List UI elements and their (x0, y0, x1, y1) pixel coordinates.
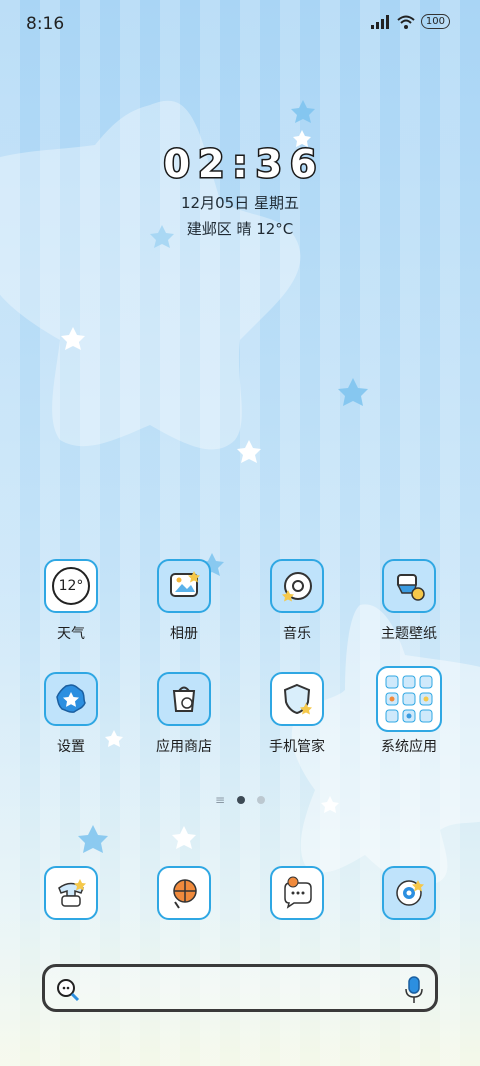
app-theme[interactable]: 主题壁纸 (359, 559, 459, 643)
camera-icon (382, 866, 436, 920)
page-indicator[interactable]: ≡ (0, 794, 480, 806)
browser-icon (157, 866, 211, 920)
gallery-icon (157, 559, 211, 613)
phone-icon (44, 866, 98, 920)
status-time: 8:16 (26, 14, 65, 34)
system-apps-folder-icon (376, 666, 442, 732)
app-store[interactable]: 应用商店 (134, 672, 234, 756)
music-icon (270, 559, 324, 613)
app-label: 设置 (57, 739, 85, 755)
folder-system-apps[interactable]: 系统应用 (359, 666, 459, 756)
clock-digit: 0 (162, 141, 192, 188)
app-drawer-icon[interactable]: ≡ (215, 794, 225, 806)
dock-phone[interactable] (21, 866, 121, 920)
app-label: 相册 (170, 626, 198, 642)
clock-widget[interactable]: 0 2 : 3 6 (0, 141, 480, 188)
dock-messages[interactable] (247, 866, 347, 920)
app-weather[interactable]: 12° 天气 (21, 559, 121, 643)
app-label: 主题壁纸 (381, 626, 437, 642)
app-phone-manager[interactable]: 手机管家 (247, 672, 347, 756)
clock-digit: 2 (196, 141, 226, 188)
app-label: 音乐 (283, 626, 311, 642)
app-settings[interactable]: 设置 (21, 672, 121, 756)
clock-digit: 6 (289, 141, 319, 188)
app-label: 手机管家 (269, 739, 325, 755)
app-gallery[interactable]: 相册 (134, 559, 234, 643)
app-label: 天气 (57, 626, 85, 642)
app-label: 应用商店 (156, 739, 212, 755)
signal-icon (370, 14, 389, 29)
weather-icon: 12° (44, 559, 98, 613)
security-icon (270, 672, 324, 726)
wifi-icon (397, 15, 415, 29)
theme-icon (382, 559, 436, 613)
clock-separator: : (231, 141, 249, 188)
clock-digit: 3 (254, 141, 284, 188)
home-screen: 8:16 100 0 2 : 3 6 12月05日 星期五 建邺区 晴 12°C… (0, 0, 480, 1066)
date-label: 12月05日 星期五 (181, 194, 299, 212)
page-dot-active[interactable] (237, 796, 246, 804)
search-icon[interactable] (55, 977, 81, 1003)
messages-icon (270, 866, 324, 920)
search-bar[interactable] (42, 964, 438, 1012)
status-icons: 100 (370, 14, 450, 29)
app-label: 系统应用 (381, 739, 437, 755)
page-dot[interactable] (257, 796, 266, 804)
app-music[interactable]: 音乐 (247, 559, 347, 643)
microphone-icon[interactable] (403, 975, 425, 1005)
dock-camera[interactable] (359, 866, 459, 920)
weather-temp-badge: 12° (52, 567, 90, 605)
battery-icon: 100 (420, 14, 450, 29)
weather-label: 建邺区 晴 12°C (186, 220, 294, 238)
settings-icon (44, 672, 98, 726)
dock-browser[interactable] (134, 866, 234, 920)
app-store-icon (157, 672, 211, 726)
